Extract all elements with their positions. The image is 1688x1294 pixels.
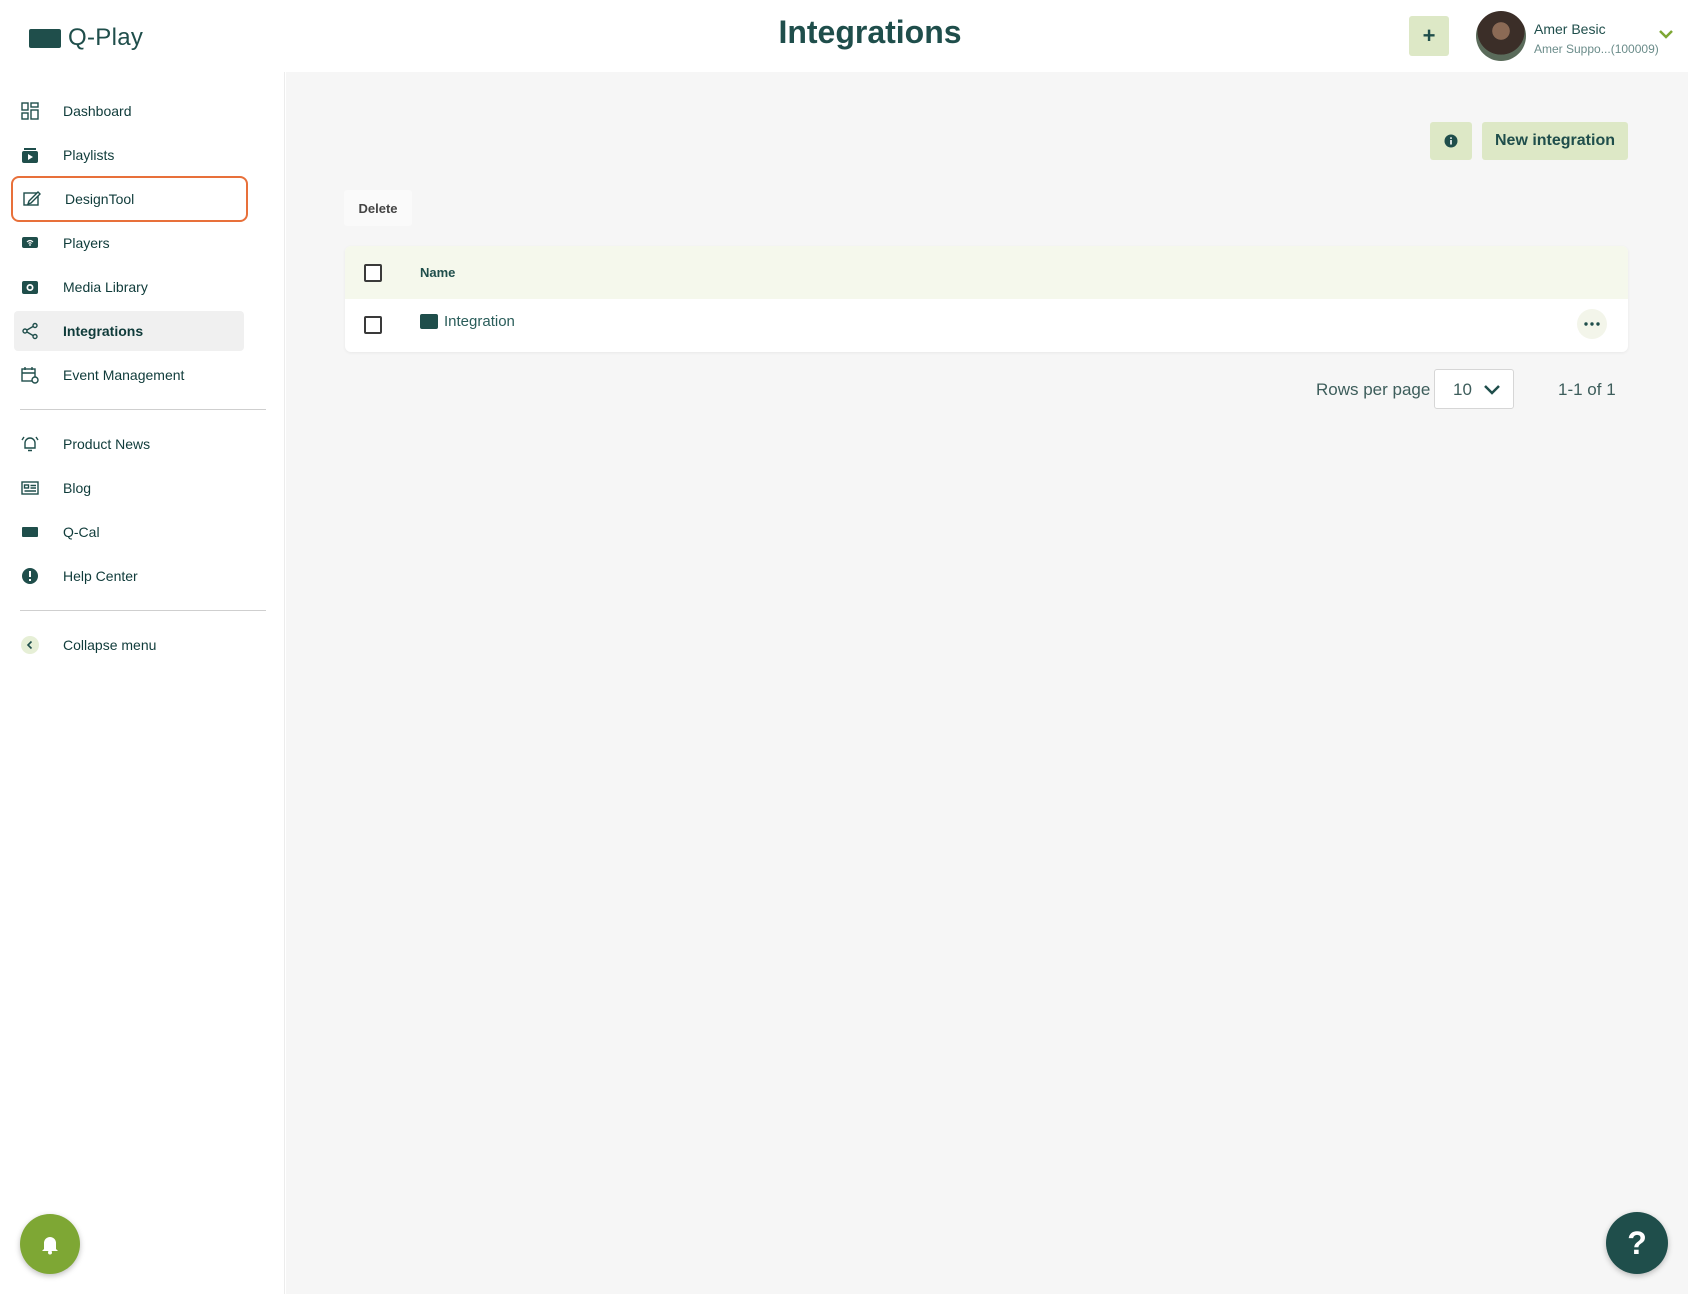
sidebar-item-label: Product News <box>63 436 151 452</box>
bell-ring-icon <box>21 436 39 452</box>
integrations-table: Name Integration <box>345 246 1628 352</box>
table-header: Name <box>345 246 1628 299</box>
sidebar: Dashboard Playlists DesignTool Players M… <box>0 72 285 1294</box>
sidebar-item-help-center[interactable]: Help Center <box>14 556 244 596</box>
sidebar-item-event-management[interactable]: Event Management <box>14 355 244 395</box>
sidebar-item-q-cal[interactable]: Q-Cal <box>14 512 244 552</box>
sidebar-item-dashboard[interactable]: Dashboard <box>14 91 244 131</box>
more-horizontal-icon <box>1584 322 1600 326</box>
sidebar-item-label: Event Management <box>63 367 185 383</box>
sidebar-item-media-library[interactable]: Media Library <box>14 267 244 307</box>
user-account[interactable]: Amer Suppo...(100009) <box>1534 42 1659 56</box>
row-name-link[interactable]: Integration <box>444 313 515 330</box>
user-name[interactable]: Amer Besic <box>1534 21 1606 37</box>
integration-icon <box>420 314 438 329</box>
row-checkbox[interactable] <box>364 316 382 334</box>
sidebar-item-label: Q-Cal <box>63 524 100 540</box>
playlist-icon <box>22 148 38 163</box>
chevron-down-icon[interactable] <box>1658 26 1674 42</box>
new-integration-button[interactable]: New integration <box>1482 122 1628 160</box>
sidebar-item-designtool[interactable]: DesignTool <box>11 176 248 222</box>
design-tool-icon <box>23 191 41 206</box>
sidebar-item-label: DesignTool <box>65 191 135 207</box>
sidebar-item-label: Help Center <box>63 568 138 584</box>
dashboard-icon <box>21 102 39 120</box>
sidebar-item-label: Integrations <box>63 323 144 339</box>
sidebar-divider <box>20 409 266 410</box>
help-button[interactable]: ? <box>1606 1212 1668 1274</box>
rows-per-page-select[interactable]: 10 <box>1434 369 1514 409</box>
players-icon <box>22 237 38 248</box>
alert-circle-icon <box>22 568 38 584</box>
collapse-menu-button[interactable]: Collapse menu <box>14 625 244 665</box>
sidebar-divider <box>20 610 266 611</box>
top-header: Q-Play Integrations + Amer Besic Amer Su… <box>0 0 1688 72</box>
newspaper-icon <box>21 481 39 495</box>
bell-icon <box>42 1237 58 1255</box>
sidebar-item-playlists[interactable]: Playlists <box>14 135 244 175</box>
sidebar-item-blog[interactable]: Blog <box>14 468 244 508</box>
share-icon <box>22 322 38 340</box>
sidebar-item-product-news[interactable]: Product News <box>14 424 244 464</box>
column-header-name[interactable]: Name <box>420 265 455 280</box>
collapse-menu-label: Collapse menu <box>63 637 157 653</box>
info-icon <box>1444 134 1458 148</box>
sidebar-item-label: Media Library <box>63 279 148 295</box>
table-row[interactable]: Integration <box>345 299 1628 352</box>
calendar-icon <box>21 367 39 384</box>
sidebar-item-label: Blog <box>63 480 92 496</box>
q-cal-icon <box>22 527 38 537</box>
sidebar-item-label: Players <box>63 235 110 251</box>
rows-per-page-label: Rows per page <box>1316 380 1431 399</box>
sidebar-item-label: Playlists <box>63 147 115 163</box>
chevron-left-icon <box>21 636 39 654</box>
row-actions-button[interactable] <box>1577 309 1607 339</box>
add-button[interactable]: + <box>1409 16 1449 56</box>
info-button[interactable] <box>1430 122 1472 160</box>
sidebar-item-players[interactable]: Players <box>14 223 244 263</box>
avatar[interactable] <box>1476 11 1526 61</box>
select-all-checkbox[interactable] <box>364 264 382 282</box>
media-library-icon <box>22 281 38 294</box>
delete-button[interactable]: Delete <box>344 190 412 226</box>
rows-per-page-value: 10 <box>1453 380 1472 399</box>
sidebar-item-label: Dashboard <box>63 103 132 119</box>
sidebar-item-integrations[interactable]: Integrations <box>14 311 244 351</box>
chevron-down-icon <box>1484 385 1500 395</box>
notifications-button[interactable] <box>20 1214 80 1274</box>
pagination-range: 1-1 of 1 <box>1558 380 1616 399</box>
